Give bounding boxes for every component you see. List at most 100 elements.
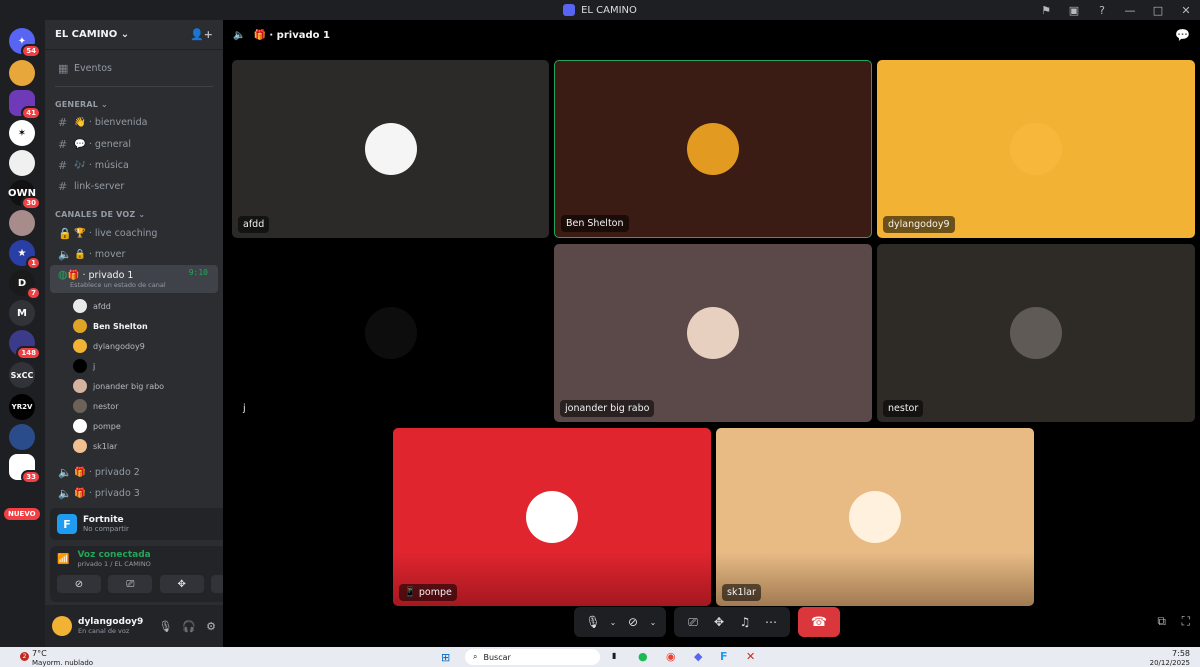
- popout-icon[interactable]: ⧉: [1157, 614, 1166, 629]
- channel-general[interactable]: # 💬 · general: [50, 134, 218, 154]
- voice-channel-privado-1[interactable]: ◍🎁 · privado 1 9:10 Establece un estado …: [50, 265, 218, 293]
- voice-member[interactable]: Ben Shelton: [73, 317, 148, 335]
- call-controls: 🎙 ⌄ ⊘ ⌄ ⎚ ✥ ♫ ⋯ ☎: [574, 606, 840, 638]
- chrome-icon[interactable]: ◉: [666, 650, 676, 663]
- voice-member[interactable]: j: [73, 357, 95, 375]
- server-icon[interactable]: ★ 1: [9, 240, 41, 270]
- microphone-icon[interactable]: 🎙: [158, 620, 172, 633]
- video-tile-speaking[interactable]: Ben Shelton: [554, 60, 872, 238]
- server-icon[interactable]: [9, 60, 35, 86]
- close-button[interactable]: ✕: [1172, 4, 1200, 17]
- mic-camera-group: 🎙 ⌄ ⊘ ⌄: [574, 607, 666, 637]
- voice-member[interactable]: nestor: [73, 397, 118, 415]
- more-icon[interactable]: ⋯: [758, 615, 784, 629]
- taskbar-search[interactable]: ⌕ Buscar: [465, 649, 600, 665]
- discord-icon[interactable]: ◆: [694, 650, 702, 663]
- maximize-button[interactable]: □: [1144, 4, 1172, 17]
- channel-status-hint[interactable]: Establece un estado de canal: [58, 281, 166, 289]
- voice-status-title[interactable]: Voz conectada: [77, 550, 222, 560]
- weather-temp[interactable]: 7°C: [32, 649, 47, 658]
- screen-icon[interactable]: ▣: [1060, 4, 1088, 17]
- video-tile[interactable]: j: [232, 244, 549, 422]
- server-icon[interactable]: ✶: [9, 120, 35, 146]
- server-icon[interactable]: [9, 210, 35, 236]
- dm-home-button[interactable]: ✦ 54: [9, 28, 41, 58]
- invite-icon[interactable]: 👤+: [190, 28, 213, 41]
- help-icon[interactable]: ?: [1088, 4, 1116, 17]
- voice-channel-live-coaching[interactable]: 🔒 🏆 · live coaching: [50, 223, 218, 243]
- voice-member[interactable]: afdd: [73, 297, 111, 315]
- video-tile[interactable]: 📱 pompe: [393, 428, 711, 606]
- channel-prefix: 🎁 ·: [67, 270, 86, 281]
- server-icon[interactable]: OWN 30: [8, 180, 41, 210]
- participant-name-text: pompe: [418, 587, 452, 598]
- notification-badge: 41: [21, 106, 41, 120]
- clock-time[interactable]: 7:58: [1172, 649, 1190, 658]
- hash-icon: #: [58, 115, 68, 129]
- category-voice[interactable]: CANALES DE VOZ ⌄: [55, 210, 145, 219]
- minimize-button[interactable]: —: [1116, 4, 1144, 17]
- channel-prefix: 🎶 ·: [74, 159, 92, 171]
- channel-musica[interactable]: # 🎶 · música: [50, 155, 218, 175]
- server-icon[interactable]: [9, 424, 35, 450]
- server-icon[interactable]: SxCC: [9, 362, 35, 388]
- fortnite-icon: F: [57, 514, 77, 534]
- participant-name: j: [243, 403, 246, 414]
- channel-label: live coaching: [94, 227, 158, 239]
- voice-channel-mover[interactable]: 🔈 🔒 · mover: [50, 244, 218, 264]
- settings-icon[interactable]: ⚙: [206, 620, 216, 633]
- voice-member[interactable]: pompe: [73, 417, 121, 435]
- server-icon-active[interactable]: 41: [9, 90, 41, 120]
- member-name: sk1lar: [93, 441, 118, 451]
- avatar[interactable]: [52, 616, 72, 636]
- participant-name: 📱 pompe: [399, 584, 457, 601]
- soundboard-icon[interactable]: ♫: [732, 615, 758, 629]
- app-icon[interactable]: ▮: [612, 651, 616, 660]
- weather-desc[interactable]: Mayorm. nublado: [32, 659, 93, 667]
- screen-share-icon[interactable]: ⎚: [680, 615, 706, 630]
- camera-off-icon[interactable]: ⊘: [620, 615, 646, 629]
- server-icon[interactable]: YR2V: [9, 394, 35, 420]
- server-icon[interactable]: [9, 150, 35, 176]
- server-icon[interactable]: 33: [9, 454, 41, 484]
- server-icon[interactable]: 148: [9, 330, 41, 360]
- events-item[interactable]: ▦ Eventos: [50, 58, 218, 78]
- voice-member[interactable]: sk1lar: [73, 437, 117, 455]
- fortnite-icon[interactable]: F: [720, 650, 728, 663]
- activities-button[interactable]: ✥: [159, 575, 204, 593]
- guild-header[interactable]: EL CAMINO ⌄ 👤+: [45, 20, 223, 50]
- video-tile[interactable]: dylangodoy9: [877, 60, 1195, 238]
- notification-badge: 54: [21, 44, 41, 58]
- disconnect-button[interactable]: ☎: [798, 607, 840, 637]
- inbox-icon[interactable]: ⚑: [1032, 4, 1060, 17]
- spotify-icon[interactable]: ●: [638, 650, 648, 663]
- activities-icon[interactable]: ✥: [706, 615, 732, 629]
- camera-off-button[interactable]: ⊘: [57, 575, 101, 593]
- windows-start-icon[interactable]: ⊞: [441, 651, 450, 664]
- screen-share-button[interactable]: ⎚: [108, 575, 153, 593]
- microphone-icon[interactable]: 🎙: [580, 615, 606, 629]
- voice-channel-privado-3[interactable]: 🔈 🎁 · privado 3: [50, 483, 218, 503]
- video-tile[interactable]: jonander big rabo: [554, 244, 872, 422]
- category-general[interactable]: GENERAL ⌄: [55, 100, 108, 109]
- chat-icon[interactable]: 💬: [1175, 28, 1190, 42]
- video-tile[interactable]: sk1lar: [716, 428, 1034, 606]
- video-tile[interactable]: afdd: [232, 60, 549, 238]
- activity-game: Fortnite: [83, 515, 124, 525]
- server-icon[interactable]: M: [9, 300, 35, 326]
- voice-channel-privado-2[interactable]: 🔈 🎁 · privado 2: [50, 462, 218, 482]
- server-icon[interactable]: D7: [9, 270, 41, 300]
- voice-member[interactable]: jonander big rabo: [73, 377, 164, 395]
- chevron-down-icon[interactable]: ⌄: [646, 618, 660, 627]
- channel-link-server[interactable]: # link-server: [50, 176, 218, 196]
- clock-date[interactable]: 20/12/2025: [1150, 659, 1190, 667]
- activity-group: ⎚ ✥ ♫ ⋯: [674, 607, 790, 637]
- headphones-icon[interactable]: 🎧: [182, 620, 196, 633]
- video-tile[interactable]: nestor: [877, 244, 1195, 422]
- voice-status-subtitle[interactable]: privado 1 / EL CAMINO: [77, 560, 222, 568]
- fullscreen-icon[interactable]: ⛶: [1182, 614, 1190, 629]
- app-icon[interactable]: ✕: [746, 650, 755, 663]
- voice-member[interactable]: dylangodoy9: [73, 337, 145, 355]
- chevron-down-icon[interactable]: ⌄: [606, 618, 620, 627]
- channel-bienvenida[interactable]: # 👋 · bienvenida: [50, 112, 218, 132]
